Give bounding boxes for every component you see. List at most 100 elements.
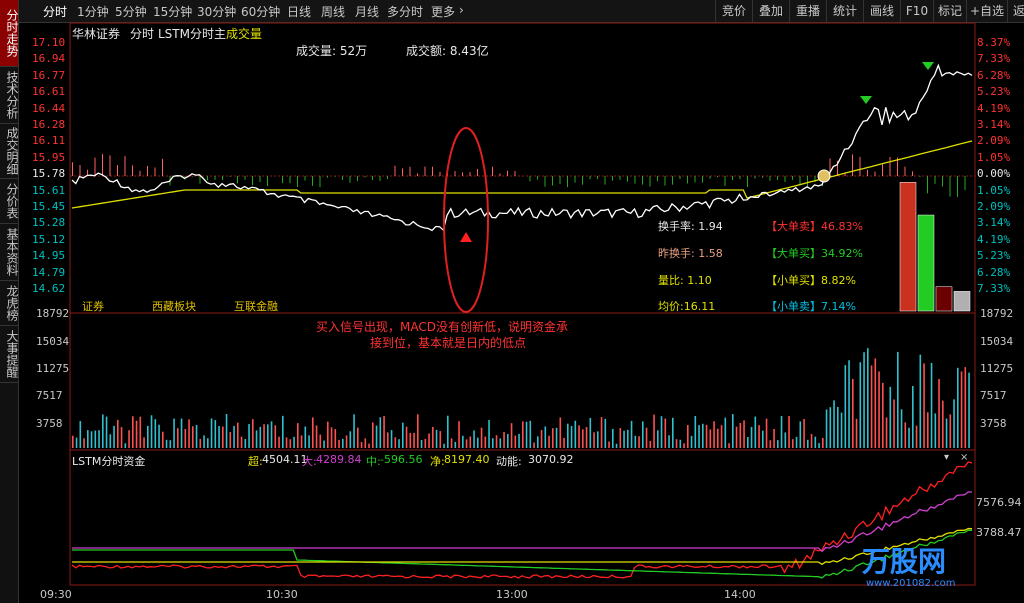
volume-bar [679,439,682,448]
volume-bar [338,439,340,448]
volume-bar [435,429,438,448]
volume-bar [630,420,633,448]
macd-bar [244,176,246,180]
volume-bar [619,428,622,448]
volume-bar [829,407,832,448]
order-flow-bars [899,182,971,312]
sector-securities[interactable]: 证券 [82,298,104,314]
stock-name: 华林证券 [72,27,121,41]
sector-tibet[interactable]: 西藏板块 [152,298,196,314]
macd-bar [574,176,576,183]
macd-bar [349,176,351,183]
volume-bar [949,414,952,448]
volume-bar [297,423,299,448]
volume-bar [807,439,809,448]
collapse-icon[interactable]: ▾ [944,452,949,463]
macd-bar [319,176,321,188]
volume-bar [897,351,899,448]
volume-bar [278,436,280,448]
money-axis-2: 3788.47 [976,526,1022,539]
close-icon[interactable]: × [960,452,968,463]
macd-bar [777,176,778,180]
pct-tick: 5.23% [977,85,1011,99]
volume-bar [364,438,367,448]
volume-bar [664,418,667,448]
macd-bar [649,176,651,187]
macd-bar [919,176,921,177]
volume-bar [312,417,314,448]
volume-bar [690,435,693,448]
macd-bar [739,176,741,180]
macd-bar [604,176,606,185]
macd-bar [784,176,786,183]
volume-bar [795,436,798,448]
macd-bar [304,176,306,181]
small-buy-pct: 【小单买】8.82% [766,274,856,287]
macd-bar [139,170,141,176]
volume-bar [274,425,277,448]
volume-bar [792,439,794,448]
macd-bar [732,176,733,181]
pct-tick: 6.28% [977,265,1011,279]
volume-bar [420,439,423,448]
volume-bar [915,425,918,448]
money-panel-title[interactable]: LSTM分时资金 [72,453,145,469]
volume-bar [132,416,134,448]
volume-bar [533,442,535,448]
volume-bar [904,422,907,448]
macd-bar [619,176,621,180]
volume-bar [612,428,614,448]
volume-bar [143,437,145,448]
volume-bar [233,425,235,448]
volume-bar [893,399,895,448]
volume-bar [105,416,108,448]
volume-tick: 11275 [980,362,1014,375]
volume-bar [593,432,595,448]
macd-bar [297,176,298,187]
volume-bar [120,427,123,448]
macd-bar [312,176,313,186]
macd-bar [859,156,861,176]
volume-bar [750,426,753,448]
volume-bar [855,418,858,448]
pct-tick: 4.19% [977,232,1011,246]
macd-bar [889,156,891,176]
price-tick: 15.78 [32,167,66,181]
volume-bar [585,427,588,448]
volume-bar [525,421,528,448]
price-tick: 14.95 [32,249,66,263]
macd-bar [147,165,148,176]
macd-bar [852,154,853,176]
volume-bar [743,420,745,448]
pct-tick: 8.37% [977,36,1011,49]
volume-bar [867,348,869,448]
macd-bar [409,166,411,176]
volume-bar [368,443,370,448]
macd-bar [754,176,756,179]
volume-bar [218,426,220,448]
macd-bar [109,155,111,176]
volume-bar [548,435,550,448]
volume-bar [124,443,127,448]
volume-bar [705,424,708,448]
volume-bar [863,352,865,448]
macd-bar [964,176,966,191]
volume-bar [304,426,307,448]
indicator-label[interactable]: LSTM分时主 [158,25,226,42]
pct-tick: 3.14% [977,216,1011,230]
volume-bar [683,443,685,448]
sell-signal-icon-1 [860,96,872,104]
buy-signal-icon [460,232,472,242]
volume-bar [810,433,813,448]
volume-bar [315,425,318,448]
volume-bar [383,415,385,448]
price-tick: 15.61 [32,183,66,197]
volume-tick: 7517 [36,389,63,402]
volume-bar [837,406,839,448]
sector-internet-finance[interactable]: 互联金融 [234,298,278,314]
volume-bar [387,432,389,448]
volume-indicator-label[interactable]: 成交量 [226,25,262,42]
volume-bar [394,437,397,448]
volume-bar [237,422,239,448]
volume-bar [282,415,284,448]
